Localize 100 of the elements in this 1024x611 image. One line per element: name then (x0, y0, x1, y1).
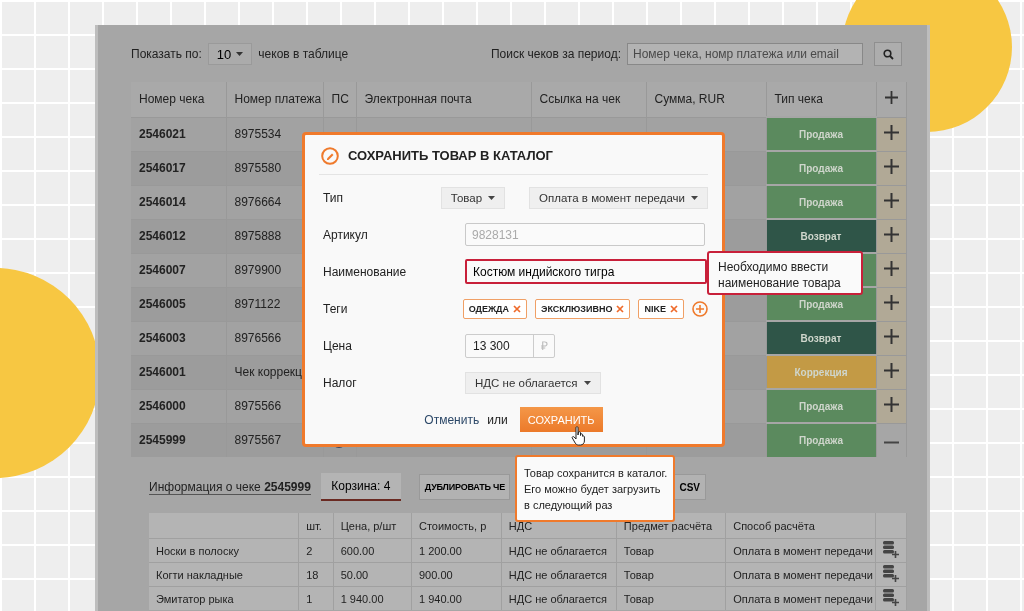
cancel-link[interactable]: Отменить (424, 412, 480, 427)
close-icon[interactable] (670, 304, 678, 313)
column-header: шт. (298, 513, 334, 539)
column-header: Цена, р/шт (333, 513, 412, 539)
plus-icon[interactable] (883, 159, 899, 174)
table-cell: Эмитатор рыка (149, 586, 299, 610)
table-cell: 1 200.00 (411, 538, 502, 563)
page-size-label: Показать по: (131, 47, 202, 61)
column-header: Ссылка на чек (531, 82, 646, 117)
field-label: Цена (322, 338, 353, 353)
add-icon[interactable] (692, 300, 708, 317)
column-header: Тип чека (766, 82, 876, 117)
duplicate-button[interactable]: ДУБЛИРОВАТЬ ЧЕ (418, 474, 510, 500)
receipt-number: 2546017 (131, 151, 226, 185)
table-cell: 1 940.00 (411, 586, 502, 610)
tag-chip: NIKE (638, 298, 684, 319)
receipt-type: Коррекция (766, 355, 876, 389)
database-add-icon[interactable] (882, 541, 899, 558)
or-text: или (487, 412, 508, 427)
receipt-type: Возврат (766, 219, 876, 253)
receipt-number: 2546012 (131, 219, 226, 253)
caret-icon (583, 380, 591, 385)
plus-icon[interactable] (883, 261, 899, 276)
receipt-info-link[interactable]: Информация о чеке 2545999 (149, 479, 311, 495)
field-label: Налог (322, 375, 358, 390)
table-cell: 50.00 (333, 562, 412, 587)
caret-icon (691, 195, 698, 200)
table-cell: 2 (298, 538, 334, 563)
caret-icon (236, 52, 244, 56)
column-header: Номер чека (131, 82, 226, 117)
table-cell: Носки в полоску (149, 538, 299, 563)
field-label: Тип (322, 190, 344, 205)
receipt-type: Продажа (766, 389, 876, 423)
receipt-type: Продажа (766, 151, 876, 185)
database-add-icon[interactable] (882, 565, 899, 582)
table-cell: 900.00 (411, 562, 502, 587)
field-label: Наименование (322, 264, 408, 279)
receipt-type: Возврат (766, 321, 876, 355)
caret-icon (488, 195, 496, 200)
tag-chip: ЭКСКЛЮЗИВНО (535, 298, 631, 319)
receipt-type: Продажа (766, 117, 876, 151)
name-field[interactable]: Костюм индийского тигра (465, 259, 707, 284)
table-cell: 1 940.00 (333, 586, 412, 610)
minus-icon[interactable] (883, 441, 899, 445)
receipt-type: Продажа (766, 423, 876, 457)
dropdown[interactable]: Оплата в момент передачи (529, 186, 708, 209)
table-cell: Когти накладные (149, 562, 299, 587)
receipt-number: 2546014 (131, 185, 226, 219)
database-add-icon[interactable] (882, 589, 899, 606)
search-icon (882, 48, 894, 60)
dropdown[interactable]: НДС не облагается (465, 371, 601, 394)
column-header: Стоимость, р (411, 513, 502, 539)
page-size-suffix: чеков в таблице (258, 47, 349, 61)
table-cell: Товар (616, 562, 726, 587)
table-cell: НДС не облагается (501, 538, 617, 563)
table-cell: НДС не облагается (501, 586, 617, 610)
search-field[interactable]: Номер чека, номр платежа или email (627, 43, 863, 65)
field-label: Теги (322, 301, 349, 316)
table-cell: Товар (616, 586, 726, 610)
receipt-number: 2546007 (131, 253, 226, 287)
receipt-number: 2546003 (131, 321, 226, 355)
article-field[interactable]: 9828131 (465, 223, 705, 246)
close-icon[interactable] (616, 304, 625, 313)
search-label: Поиск чеков за период: (490, 47, 621, 61)
column-header: Электронная почта (356, 82, 531, 117)
search-button[interactable] (874, 42, 902, 66)
price-field[interactable]: 13 300 ₽ (465, 333, 555, 358)
receipt-number: 2545999 (131, 423, 226, 457)
plus-icon[interactable] (883, 329, 899, 344)
column-header: Способ расчёта (725, 513, 876, 539)
dialog-title: СОХРАНИТЬ ТОВАР В КАТАЛОГ (348, 148, 553, 163)
table-cell: Оплата в момент передачи (725, 538, 876, 563)
cart-tab[interactable]: Корзина: 4 (320, 473, 401, 501)
error-tooltip: Необходимо ввести наименование товара (707, 251, 863, 295)
receipt-number: 2546001 (131, 355, 226, 389)
plus-icon[interactable] (883, 227, 899, 242)
currency-sign: ₽ (533, 334, 554, 357)
plus-icon[interactable] (883, 363, 899, 378)
dropdown[interactable]: Товар (440, 186, 506, 209)
table-cell: Оплата в момент передачи (725, 586, 876, 610)
table-cell: 1 (298, 586, 334, 610)
table-cell: Оплата в момент передачи (725, 562, 876, 587)
column-header: Сумма, RUR (646, 82, 766, 117)
plus-icon[interactable] (883, 295, 899, 310)
column-header: Номер платежа (226, 82, 323, 117)
receipt-number: 2546005 (131, 287, 226, 321)
receipt-number: 2546000 (131, 389, 226, 423)
page-size-select[interactable]: 10 (207, 43, 253, 65)
field-label: Артикул (322, 227, 369, 242)
plus-icon[interactable] (883, 397, 899, 412)
table-cell: Товар (616, 538, 726, 563)
receipt-type: Продажа (766, 185, 876, 219)
plus-icon[interactable] (884, 91, 898, 105)
pencil-icon (321, 146, 339, 165)
plus-icon[interactable] (883, 193, 899, 208)
table-cell: НДС не облагается (501, 562, 617, 587)
save-tooltip: Товар сохранится в каталог. Его можно будет загрузить в следующий раз (515, 455, 675, 522)
close-icon[interactable] (513, 304, 521, 313)
plus-icon[interactable] (883, 125, 899, 140)
column-header: ПС (323, 82, 356, 117)
